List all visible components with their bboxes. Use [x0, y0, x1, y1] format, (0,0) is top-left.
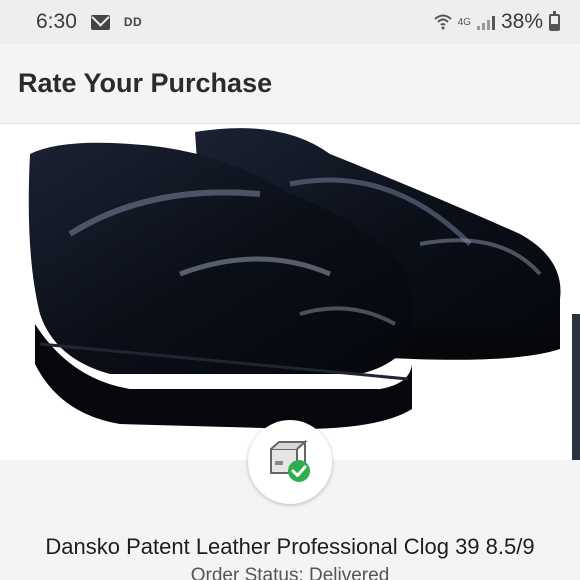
- page-title: Rate Your Purchase: [18, 68, 273, 98]
- status-right: 4G 38%: [433, 10, 560, 34]
- product-name: Dansko Patent Leather Professional Clog …: [45, 534, 535, 559]
- delivery-status-badge: [248, 420, 332, 504]
- battery-percent: 38%: [500, 10, 543, 33]
- edge-strip: [572, 314, 580, 460]
- battery-icon: [549, 10, 560, 31]
- black-patent-clogs-photo: [28, 128, 561, 429]
- signal-icon: [476, 14, 495, 30]
- status-left: 6:30 DD: [36, 10, 142, 34]
- status-bar: 6:30 DD 4G 38%: [0, 0, 580, 44]
- network-type-label: 4G: [457, 16, 471, 28]
- wifi-icon: [433, 14, 452, 30]
- product-image: [0, 124, 580, 460]
- mail-icon: [90, 14, 110, 30]
- app-bar: Rate Your Purchase: [0, 44, 580, 124]
- status-time: 6:30: [36, 10, 77, 33]
- dd-notification-icon: DD: [123, 15, 143, 29]
- package-delivered-icon: [270, 439, 310, 482]
- order-status: Order Status: Delivered: [190, 565, 390, 580]
